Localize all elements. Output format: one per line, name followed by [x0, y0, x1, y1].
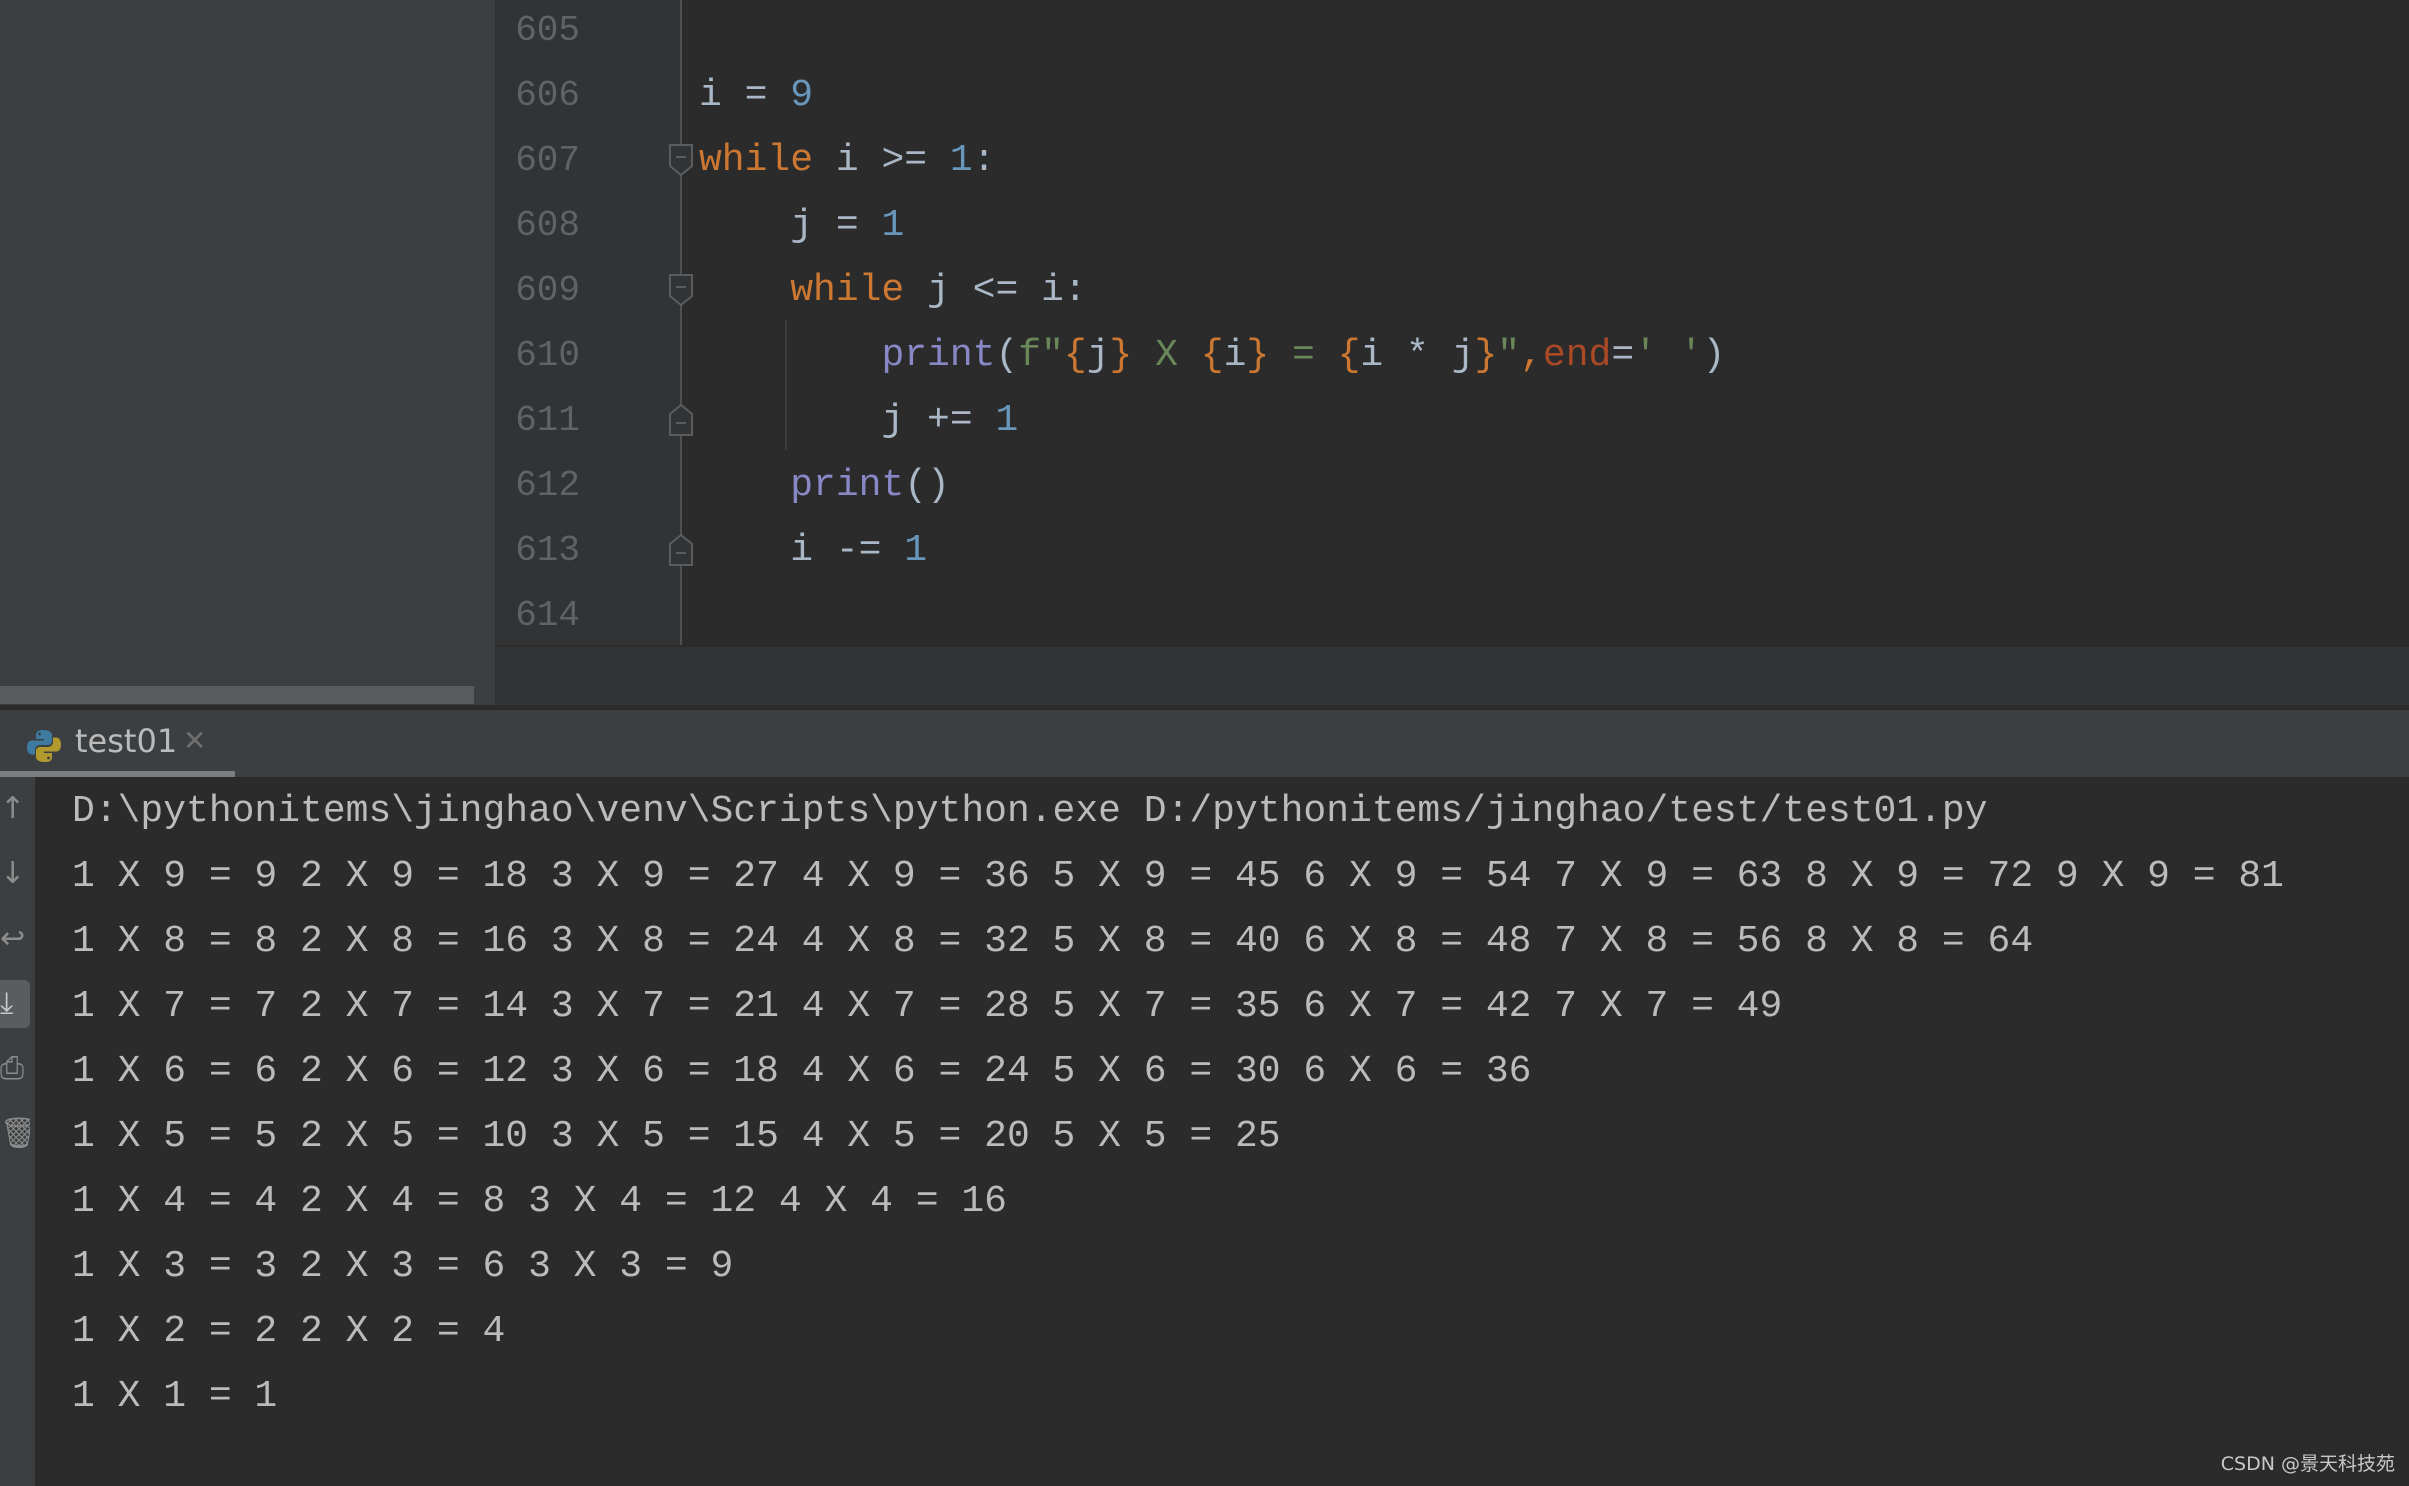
- print-icon[interactable]: ⎙: [0, 1045, 30, 1093]
- soft-wrap-icon[interactable]: ↩: [0, 915, 30, 963]
- code-line[interactable]: i -= 1: [699, 518, 927, 583]
- code-token: j =: [699, 204, 882, 247]
- console-output-line: 1 X 8 = 8 2 X 8 = 16 3 X 8 = 24 4 X 8 = …: [72, 920, 2034, 963]
- code-token: ": [1497, 334, 1521, 377]
- code-line[interactable]: while j <= i:: [699, 258, 1087, 323]
- line-number: 611: [515, 400, 580, 441]
- console-output-line: 1 X 4 = 4 2 X 4 = 8 3 X 4 = 12 4 X 4 = 1…: [72, 1180, 1007, 1223]
- code-line[interactable]: j += 1: [699, 388, 1018, 453]
- code-line[interactable]: i = 9: [699, 63, 813, 128]
- line-number: 613: [515, 530, 580, 571]
- console-output-line: 1 X 3 = 3 2 X 3 = 6 3 X 3 = 9: [72, 1245, 734, 1288]
- code-token: (: [995, 334, 1019, 377]
- editor-bottom-area: [495, 645, 2409, 709]
- line-number: 614: [515, 595, 580, 636]
- line-number: 608: [515, 205, 580, 246]
- code-line[interactable]: print(f"{j} X {i} = {i * j}",end=' '): [699, 323, 1725, 388]
- trash-icon[interactable]: 🗑: [0, 1110, 30, 1158]
- line-number: 607: [515, 140, 580, 181]
- up-arrow-icon[interactable]: ↑: [0, 785, 30, 833]
- console-command-line: D:\pythonitems\jinghao\venv\Scripts\pyth…: [72, 790, 1988, 833]
- code-token: i: [1223, 334, 1247, 377]
- console-output-line: 1 X 5 = 5 2 X 5 = 10 3 X 5 = 15 4 X 5 = …: [72, 1115, 1281, 1158]
- fold-collapse-icon[interactable]: [668, 144, 694, 176]
- run-tool-window-tabbar: test01 ✕: [0, 710, 2409, 777]
- code-token: (): [904, 464, 950, 507]
- line-number: 606: [515, 75, 580, 116]
- code-token: =: [1269, 334, 1338, 377]
- code-token: :: [972, 139, 996, 182]
- code-token: 1: [949, 139, 973, 182]
- code-token: end: [1542, 334, 1612, 377]
- code-token: f": [1018, 334, 1064, 377]
- code-token: ' ': [1634, 334, 1703, 377]
- code-token: i -=: [699, 529, 905, 572]
- down-arrow-icon[interactable]: ↓: [0, 850, 30, 898]
- fold-end-icon[interactable]: [668, 404, 694, 436]
- project-panel: [0, 0, 495, 710]
- code-token: j <= i:: [904, 269, 1087, 312]
- console-output-line: 1 X 1 = 1: [72, 1375, 278, 1418]
- code-token: 1: [904, 529, 928, 572]
- horizontal-scrollbar[interactable]: [0, 686, 474, 704]
- code-line[interactable]: j = 1: [699, 193, 904, 258]
- python-icon: [27, 730, 61, 762]
- line-number: 612: [515, 465, 580, 506]
- code-token: j: [1086, 334, 1110, 377]
- console-output-line: 1 X 9 = 9 2 X 9 = 18 3 X 9 = 27 4 X 9 = …: [72, 855, 2284, 898]
- code-token: {: [1200, 334, 1224, 377]
- code-token: print: [790, 464, 905, 507]
- code-token: }: [1474, 334, 1498, 377]
- console-toolbar: ↑ ↓ ↩ ⤓ ⎙ 🗑: [0, 777, 35, 1486]
- code-token: i =: [699, 74, 791, 117]
- line-number: 605: [515, 10, 580, 51]
- code-line[interactable]: print(): [699, 453, 950, 518]
- fold-collapse-icon[interactable]: [668, 274, 694, 306]
- console-output-line: 1 X 2 = 2 2 X 2 = 4: [72, 1310, 506, 1353]
- line-number: 609: [515, 270, 580, 311]
- code-token: ): [1702, 334, 1726, 377]
- scroll-to-end-icon[interactable]: ⤓: [0, 980, 30, 1028]
- code-line[interactable]: while i >= 1:: [699, 128, 995, 193]
- close-icon[interactable]: ✕: [183, 724, 206, 757]
- code-token: =: [1611, 334, 1635, 377]
- code-token: X: [1132, 334, 1201, 377]
- code-token: {: [1063, 334, 1087, 377]
- console-output-line: 1 X 6 = 6 2 X 6 = 12 3 X 6 = 18 4 X 6 = …: [72, 1050, 1532, 1093]
- code-token: i >=: [813, 139, 950, 182]
- console-output-line: 1 X 7 = 7 2 X 7 = 14 3 X 7 = 21 4 X 7 = …: [72, 985, 1783, 1028]
- line-number: 610: [515, 335, 580, 376]
- code-token: }: [1246, 334, 1270, 377]
- tab-label: test01: [75, 722, 178, 760]
- code-token: i * j: [1360, 334, 1475, 377]
- code-token: while: [699, 139, 814, 182]
- code-token: 9: [790, 74, 814, 117]
- tab-test01[interactable]: test01 ✕: [0, 710, 235, 777]
- watermark: CSDN @景天科技苑: [2220, 1453, 2395, 1475]
- fold-end-icon[interactable]: [668, 534, 694, 566]
- code-token: j +=: [699, 399, 996, 442]
- code-token: 1: [881, 204, 905, 247]
- code-token: 1: [995, 399, 1019, 442]
- code-token: ,: [1520, 334, 1543, 377]
- code-token: while: [790, 269, 905, 312]
- code-token: print: [881, 334, 996, 377]
- code-token: {: [1337, 334, 1361, 377]
- code-token: }: [1109, 334, 1133, 377]
